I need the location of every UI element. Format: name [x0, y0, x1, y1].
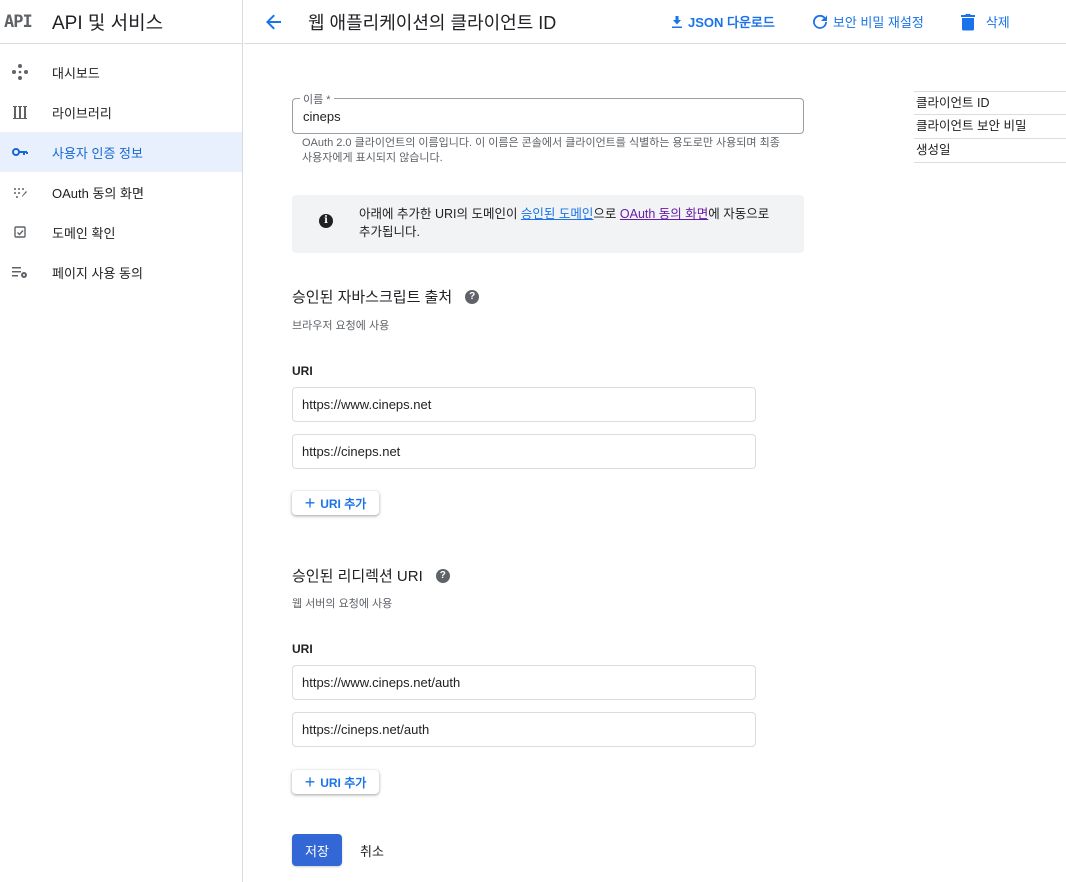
redirect-uris-title-text: 승인된 리디렉션 URI — [292, 568, 423, 585]
name-field-label: 이름 * — [300, 91, 334, 107]
sidebar-nav: 대시보드 라이브러리 사용자 인증 정보 OAuth 동의 화면 도메인 확인 — [0, 52, 242, 292]
domain-notice: i 아래에 추가한 URI의 도메인이 승인된 도메인으로 OAuth 동의 화… — [292, 195, 804, 253]
library-icon — [10, 102, 30, 122]
sidebar-item-label: OAuth 동의 화면 — [52, 185, 144, 201]
info-icon: i — [319, 214, 333, 228]
page-title: 웹 애플리케이션의 클라이언트 ID — [308, 12, 557, 33]
page-settings-icon — [10, 262, 30, 282]
download-json-label: JSON 다운로드 — [688, 15, 775, 30]
name-field[interactable]: 이름 * cineps — [292, 91, 804, 134]
name-field-value[interactable]: cineps — [303, 109, 341, 124]
sidebar-title[interactable]: API 및 서비스 — [52, 8, 163, 35]
consent-icon — [10, 182, 30, 202]
authorized-domains-link[interactable]: 승인된 도메인 — [521, 207, 593, 221]
add-js-origin-label: URI 추가 — [320, 496, 367, 511]
add-js-origin-button[interactable]: + URI 추가 — [292, 491, 379, 515]
js-origin-uri-input[interactable]: https://www.cineps.net — [292, 387, 756, 422]
help-icon[interactable]: ? — [465, 289, 480, 304]
sidebar-item-library[interactable]: 라이브러리 — [0, 92, 242, 132]
download-json-button[interactable]: JSON 다운로드 — [670, 12, 775, 31]
notice-text-middle: 으로 — [593, 207, 620, 221]
sidebar-item-label: 대시보드 — [52, 65, 100, 81]
trash-icon — [960, 13, 975, 30]
sidebar-item-label: 도메인 확인 — [52, 225, 116, 241]
oauth-consent-link[interactable]: OAuth 동의 화면 — [620, 207, 708, 221]
redirect-uris-title: 승인된 리디렉션 URI ? — [292, 565, 450, 586]
sidebar-item-label: 페이지 사용 동의 — [52, 265, 143, 281]
creation-date-row: 생성일 — [914, 139, 1066, 163]
key-icon — [10, 142, 30, 162]
redirect-uri-input[interactable]: https://cineps.net/auth — [292, 712, 756, 747]
help-icon[interactable]: ? — [435, 568, 450, 583]
sidebar-item-credentials[interactable]: 사용자 인증 정보 — [0, 132, 242, 172]
js-origins-title: 승인된 자바스크립트 출처 ? — [292, 286, 480, 307]
delete-label: 삭제 — [985, 15, 1010, 30]
redirect-uris-uri-label: URI — [292, 642, 313, 656]
name-field-hint: OAuth 2.0 클라이언트의 이름입니다. 이 이름은 콘솔에서 클라이언트… — [302, 137, 780, 164]
delete-button[interactable]: 삭제 — [960, 12, 1010, 31]
dashboard-icon — [10, 62, 30, 82]
notice-text: 아래에 추가한 URI의 도메인이 승인된 도메인으로 OAuth 동의 화면에… — [359, 205, 779, 241]
sidebar-item-label: 사용자 인증 정보 — [52, 145, 143, 161]
download-icon — [672, 15, 682, 28]
cancel-button[interactable]: 취소 — [360, 834, 384, 866]
refresh-icon — [812, 14, 827, 29]
sidebar-item-dashboard[interactable]: 대시보드 — [0, 52, 242, 92]
client-id-row: 클라이언트 ID — [914, 91, 1066, 115]
plus-icon: + — [304, 772, 316, 792]
client-secret-row: 클라이언트 보안 비밀 — [914, 115, 1066, 139]
sidebar-item-label: 라이브러리 — [52, 105, 112, 121]
add-redirect-uri-label: URI 추가 — [320, 775, 367, 790]
sidebar-item-domain-verification[interactable]: 도메인 확인 — [0, 212, 242, 252]
redirect-uris-subtitle: 웹 서버의 요청에 사용 — [292, 598, 393, 610]
js-origin-uri-input[interactable]: https://cineps.net — [292, 434, 756, 469]
reset-secret-label: 보안 비밀 재설정 — [832, 15, 924, 30]
client-info-panel: 클라이언트 ID 클라이언트 보안 비밀 생성일 — [914, 91, 1066, 163]
domain-check-icon — [10, 222, 30, 242]
api-logo: API — [4, 11, 33, 32]
redirect-uri-input[interactable]: https://www.cineps.net/auth — [292, 665, 756, 700]
js-origins-uri-label: URI — [292, 364, 313, 378]
js-origins-subtitle: 브라우저 요청에 사용 — [292, 320, 390, 332]
sidebar: API API 및 서비스 대시보드 라이브러리 사용자 인증 정보 OAuth… — [0, 0, 243, 882]
back-arrow-icon[interactable] — [262, 10, 286, 34]
js-origins-title-text: 승인된 자바스크립트 출처 — [292, 289, 453, 306]
sidebar-item-oauth-consent[interactable]: OAuth 동의 화면 — [0, 172, 242, 212]
add-redirect-uri-button[interactable]: + URI 추가 — [292, 770, 379, 794]
sidebar-header: API API 및 서비스 — [0, 0, 242, 44]
plus-icon: + — [304, 493, 316, 513]
main-content: 이름 * cineps OAuth 2.0 클라이언트의 이름입니다. 이 이름… — [244, 45, 1066, 882]
notice-text-before: 아래에 추가한 URI의 도메인이 — [359, 207, 521, 221]
sidebar-item-page-usage-agreements[interactable]: 페이지 사용 동의 — [0, 252, 242, 292]
save-button[interactable]: 저장 — [292, 834, 342, 866]
reset-secret-button[interactable]: 보안 비밀 재설정 — [811, 12, 924, 31]
top-bar: 웹 애플리케이션의 클라이언트 ID JSON 다운로드 보안 비밀 재설정 삭… — [244, 0, 1066, 44]
